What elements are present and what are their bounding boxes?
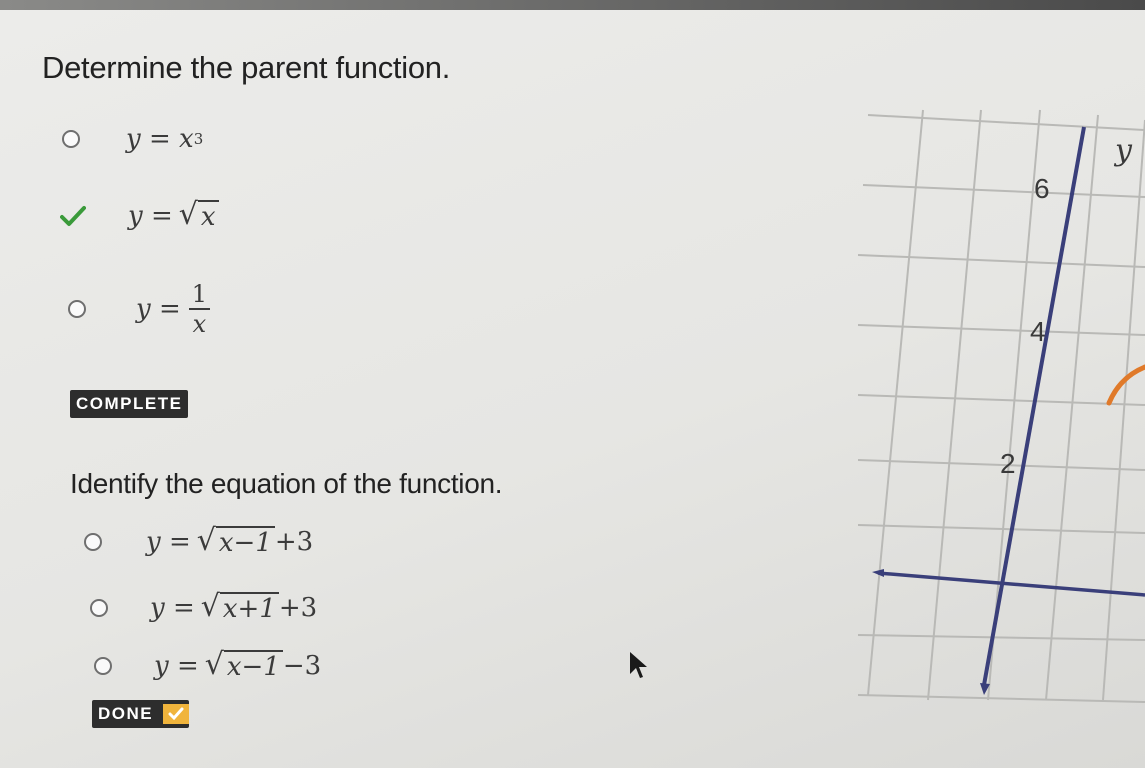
x-axis-arrow-icon — [872, 569, 884, 577]
screen: Determine the parent function. y = x3 y … — [0, 0, 1145, 768]
radio-button[interactable] — [84, 533, 102, 551]
option-1-3[interactable]: y = 1x — [68, 280, 211, 338]
sqrt-symbol: √ — [196, 523, 216, 558]
option-2-1[interactable]: y = √ x−1 +3 — [84, 526, 313, 558]
done-button[interactable]: DONE — [92, 700, 190, 728]
question-2-prompt: Identify the equation of the function. — [70, 468, 503, 499]
equation-option-a: y = √ x−1 +3 — [146, 523, 314, 559]
check-icon — [60, 206, 86, 226]
question-1-prompt: Determine the parent function. — [42, 50, 451, 85]
equation-option-b: y = √ x+1 +3 — [150, 589, 318, 625]
option-1-2[interactable]: y = √ x — [60, 200, 219, 232]
done-label: DONE — [98, 704, 154, 723]
mouse-cursor-icon — [630, 652, 647, 678]
y-axis — [982, 126, 1086, 686]
sqrt-symbol: √ — [178, 197, 198, 232]
function-graph: y 6 4 2 — [858, 109, 1145, 703]
y-tick-label-2: 2 — [1000, 448, 1016, 479]
done-check-icon — [163, 704, 190, 724]
x-axis — [877, 571, 1145, 597]
option-2-3[interactable]: y = √ x−1 −3 — [94, 650, 321, 682]
equation-y-sqrt-x: y = √ x — [128, 200, 219, 232]
sqrt-symbol: √ — [200, 589, 220, 624]
equation-y-x-cubed: y = x3 — [126, 124, 204, 154]
radio-button[interactable] — [94, 657, 112, 675]
complete-badge: COMPLETE — [70, 390, 189, 418]
radio-button[interactable] — [62, 130, 80, 148]
option-1-1[interactable]: y = x3 — [62, 124, 203, 154]
sqrt-symbol: √ — [204, 647, 224, 682]
y-axis-label: y — [1113, 133, 1133, 168]
screen-bezel — [0, 0, 1145, 10]
y-tick-label-4: 4 — [1030, 316, 1046, 347]
option-2-2[interactable]: y = √ x+1 +3 — [90, 592, 317, 624]
graph-grid — [858, 109, 1145, 703]
radio-button[interactable] — [68, 300, 86, 318]
radio-button[interactable] — [90, 599, 108, 617]
equation-y-one-over-x: y = 1x — [136, 280, 211, 338]
equation-option-c: y = √ x−1 −3 — [154, 647, 322, 683]
y-tick-label-6: 6 — [1034, 173, 1050, 204]
